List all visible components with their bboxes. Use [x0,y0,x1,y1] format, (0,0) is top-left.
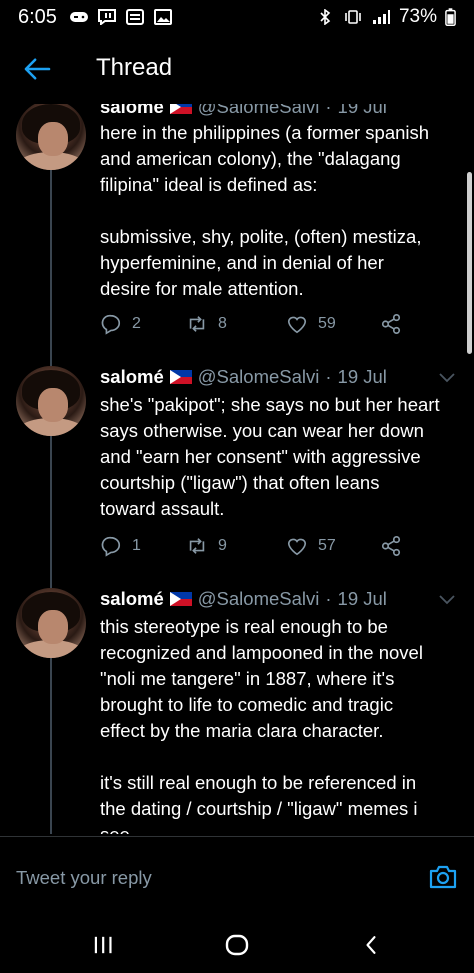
tweet-handle: @SalomeSalvi [197,366,320,387]
tweet-3[interactable]: salomé @SalomeSalvi · 19 Jul this stereo… [0,584,474,834]
tweet-date: 19 Jul [337,366,387,387]
battery-icon [445,8,456,26]
tweet-date: 19 Jul [337,588,387,609]
battery-percent: 73% [398,6,437,27]
reply-bar: Tweet your reply [0,836,474,918]
tweet-handle: @SalomeSalvi [197,104,320,117]
system-nav-bar [0,918,474,973]
game-icon [69,12,88,22]
reply-button[interactable]: 1 [100,535,141,557]
retweet-icon [189,538,205,554]
avatar[interactable] [16,366,86,436]
retweet-icon [189,316,205,332]
tweet-handle: @SalomeSalvi [197,588,320,609]
back-button[interactable] [20,54,54,84]
image-icon [153,9,172,25]
avatar[interactable] [16,104,86,170]
tweet-author-name[interactable]: salomé [100,366,164,388]
share-button[interactable] [380,313,402,335]
retweet-count: 9 [218,537,227,554]
scrollbar[interactable] [467,172,472,354]
reply-count: 2 [132,315,141,332]
tweet-text: this stereotype is real enough to be rec… [100,616,423,834]
share-icon [381,314,401,334]
thread-list[interactable]: salomé @SalomeSalvi · 19 Jul here in the… [0,104,474,834]
like-button[interactable]: 59 [286,313,336,335]
reply-icon [101,536,120,557]
chevron-down-icon[interactable] [438,594,456,606]
message-icon [97,9,116,25]
philippines-flag-icon [169,592,192,606]
tweet-date: 19 Jul [337,104,387,117]
camera-icon[interactable] [428,863,458,891]
home-button[interactable] [222,930,252,960]
thread-header: Thread [0,34,474,104]
status-right: 73% [315,6,456,28]
recent-apps-button[interactable] [88,930,118,960]
tweet-1[interactable]: salomé @SalomeSalvi · 19 Jul here in the… [0,104,474,342]
retweet-button[interactable]: 8 [186,313,227,335]
sim-icon [125,9,144,25]
retweet-count: 8 [218,315,227,332]
back-icon [366,936,376,954]
reply-button[interactable]: 2 [100,313,141,335]
home-icon [225,934,249,956]
heart-icon [287,538,307,556]
bluetooth-icon [320,9,331,25]
reply-input[interactable]: Tweet your reply [16,867,152,889]
like-button[interactable]: 57 [286,535,336,557]
status-time: 6:05 [18,5,57,28]
retweet-button[interactable]: 9 [186,535,227,557]
back-nav-button[interactable] [356,930,386,960]
vibrate-icon [345,10,361,24]
reply-count: 1 [132,537,141,554]
tweet-author-name[interactable]: salomé [100,104,164,118]
tweet-actions: 1 9 57 [100,532,430,560]
status-left: 6:05 [18,6,173,29]
tweet-text: she's "pakipot"; she says no but her hea… [100,394,440,519]
philippines-flag-icon [169,104,192,114]
tweet-2[interactable]: salomé @SalomeSalvi · 19 Jul she's "paki… [0,362,474,578]
tweet-header: salomé @SalomeSalvi · 19 Jul [100,366,387,388]
share-icon [381,536,401,556]
tweet-text: here in the philippines (a former spanis… [100,122,430,299]
status-bar: 6:05 73% [0,0,474,34]
arrow-left-icon [24,58,51,80]
signal-icon [372,10,390,24]
chevron-down-icon[interactable] [438,372,456,384]
tweet-actions: 2 8 59 [100,310,430,338]
avatar[interactable] [16,588,86,658]
recent-apps-icon [94,936,112,954]
tweet-header: salomé @SalomeSalvi · 19 Jul [100,104,387,118]
page-title: Thread [96,54,173,81]
like-count: 57 [318,537,336,554]
philippines-flag-icon [169,370,192,384]
tweet-author-name[interactable]: salomé [100,588,164,610]
like-count: 59 [318,315,336,332]
share-button[interactable] [380,535,402,557]
heart-icon [287,316,307,334]
reply-icon [101,314,120,335]
tweet-header: salomé @SalomeSalvi · 19 Jul [100,588,387,610]
